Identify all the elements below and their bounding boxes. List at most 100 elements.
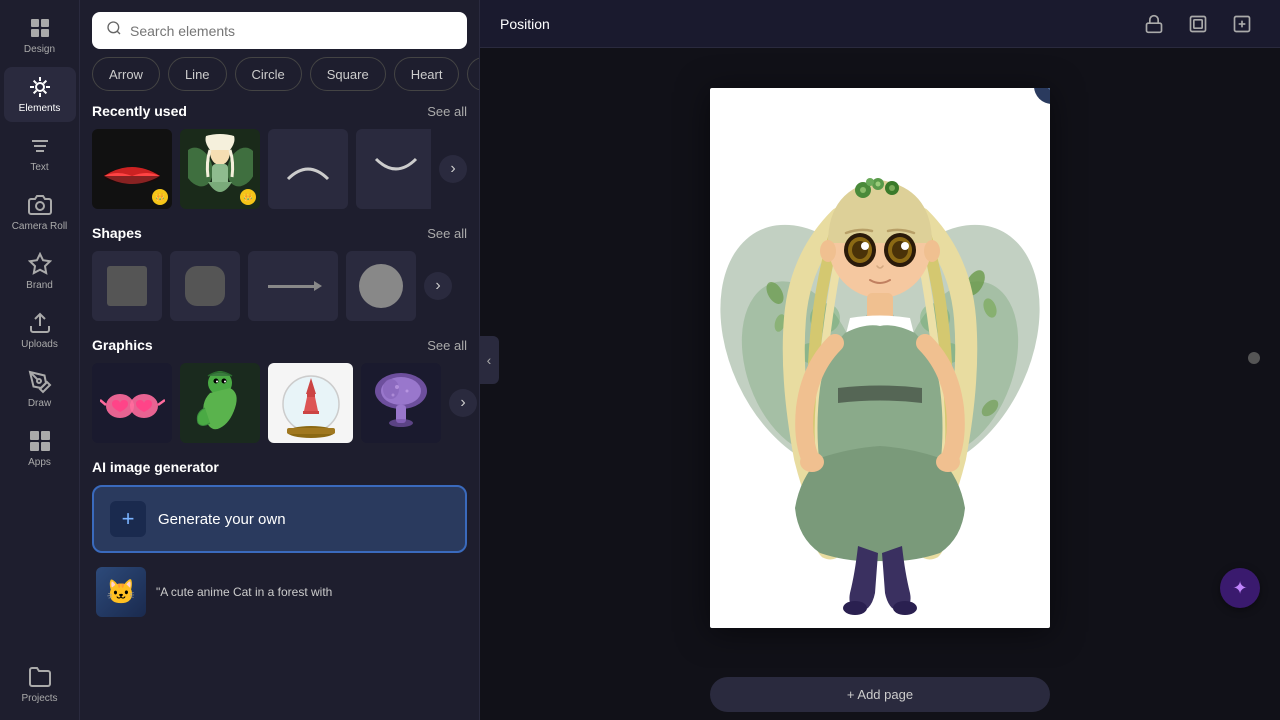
sidebar-item-text[interactable]: Text xyxy=(4,126,76,181)
left-sidebar: Design Elements Text Camera Roll Brand xyxy=(0,0,80,720)
shape-rounded-rect[interactable] xyxy=(170,251,240,321)
chip-line[interactable]: Line xyxy=(168,57,227,91)
recently-used-items: 👑 xyxy=(92,129,467,209)
ai-generate-label: Generate your own xyxy=(158,511,286,528)
recently-used-next-arrow[interactable]: › xyxy=(439,155,467,183)
recent-item-arc[interactable] xyxy=(268,129,348,209)
green-char-svg xyxy=(190,368,250,438)
shapes-header: Shapes See all xyxy=(92,225,467,241)
sidebar-item-camera-roll[interactable]: Camera Roll xyxy=(4,185,76,240)
graphics-row: › xyxy=(92,363,467,443)
chip-heart[interactable]: Heart xyxy=(394,57,460,91)
chip-circle[interactable]: Circle xyxy=(235,57,302,91)
circle-shape xyxy=(359,264,403,308)
canvas-page[interactable]: ↻ xyxy=(710,88,1050,628)
arc-svg xyxy=(283,154,333,184)
sidebar-item-brand-label: Brand xyxy=(26,280,53,291)
sidebar-item-apps-label: Apps xyxy=(28,457,51,468)
ai-prompt-item[interactable]: 🐱 "A cute anime Cat in a forest with xyxy=(92,563,467,621)
sidebar-item-uploads-label: Uploads xyxy=(21,339,58,350)
graphics-see-all[interactable]: See all xyxy=(427,338,467,353)
shape-arrow-line[interactable] xyxy=(248,251,338,321)
graphic-mushroom[interactable] xyxy=(361,363,441,443)
search-input-wrap[interactable] xyxy=(92,12,467,49)
ai-prompt-text: "A cute anime Cat in a forest with xyxy=(156,584,332,601)
crown-badge-2: 👑 xyxy=(240,189,256,205)
add-to-canvas-button[interactable] xyxy=(1224,6,1260,42)
design-icon xyxy=(28,16,52,40)
recent-item-fairy[interactable]: 👑 xyxy=(180,129,260,209)
chip-arrow[interactable]: Arrow xyxy=(92,57,160,91)
sidebar-item-design[interactable]: Design xyxy=(4,8,76,63)
chip-square[interactable]: Square xyxy=(310,57,386,91)
shapes-row: › xyxy=(92,251,467,321)
graphic-green-character[interactable] xyxy=(180,363,260,443)
recently-used-title: Recently used xyxy=(92,103,187,119)
top-bar: Position xyxy=(480,0,1280,48)
shape-square[interactable] xyxy=(92,251,162,321)
top-bar-actions xyxy=(1136,6,1260,42)
recently-used-container: 👑 xyxy=(92,129,431,209)
camera-icon xyxy=(28,193,52,217)
recently-used-see-all[interactable]: See all xyxy=(427,104,467,119)
graphics-next-arrow[interactable]: › xyxy=(449,389,477,417)
sidebar-item-elements-label: Elements xyxy=(19,103,61,114)
lips-svg xyxy=(102,154,162,184)
elements-panel: Arrow Line Circle Square Heart › Recentl… xyxy=(80,0,480,720)
chip-more[interactable]: › xyxy=(467,57,479,91)
line-inner xyxy=(268,285,318,288)
draw-icon xyxy=(28,370,52,394)
shapes-section: Shapes See all › xyxy=(80,225,479,337)
sidebar-item-camera-label: Camera Roll xyxy=(12,221,68,232)
sidebar-item-draw-label: Draw xyxy=(28,398,51,409)
search-bar xyxy=(80,0,479,57)
lock-icon xyxy=(1144,14,1164,34)
crown-badge: 👑 xyxy=(152,189,168,205)
sidebar-item-draw[interactable]: Draw xyxy=(4,362,76,417)
frame-button[interactable] xyxy=(1180,6,1216,42)
graphics-title: Graphics xyxy=(92,337,153,353)
sunglasses-svg xyxy=(100,378,165,428)
shape-circle[interactable] xyxy=(346,251,416,321)
panel-collapse-button[interactable]: ‹ xyxy=(479,336,499,384)
add-page-button[interactable]: + Add page xyxy=(710,677,1050,712)
graphics-header: Graphics See all xyxy=(92,337,467,353)
recently-used-section: Recently used See all 👑 xyxy=(80,103,479,225)
graphic-sunglasses[interactable] xyxy=(92,363,172,443)
scroll-indicator xyxy=(1248,352,1260,364)
ai-section-title: AI image generator xyxy=(92,459,467,475)
sidebar-item-brand[interactable]: Brand xyxy=(4,244,76,299)
text-icon xyxy=(28,134,52,158)
brand-icon xyxy=(28,252,52,276)
add-to-canvas-icon xyxy=(1232,14,1252,34)
ai-plus-icon: + xyxy=(110,501,146,537)
search-input[interactable] xyxy=(130,23,453,39)
shapes-title: Shapes xyxy=(92,225,142,241)
uploads-icon xyxy=(28,311,52,335)
square-shape xyxy=(107,266,147,306)
graphic-paris-globe[interactable] xyxy=(268,363,353,443)
recent-item-lips[interactable]: 👑 xyxy=(92,129,172,209)
search-icon xyxy=(106,20,122,41)
canvas-area: Position xyxy=(480,0,1280,720)
shapes-see-all[interactable]: See all xyxy=(427,226,467,241)
recent-item-arc2[interactable] xyxy=(356,129,431,209)
fairy-main-svg xyxy=(720,98,1040,618)
ai-section: AI image generator + Generate your own 🐱… xyxy=(80,459,479,637)
recently-used-header: Recently used See all xyxy=(92,103,467,119)
sidebar-item-apps[interactable]: Apps xyxy=(4,421,76,476)
sidebar-item-uploads[interactable]: Uploads xyxy=(4,303,76,358)
ai-fab-button[interactable]: ✦ xyxy=(1220,568,1260,608)
filter-chips: Arrow Line Circle Square Heart › xyxy=(80,57,479,103)
canvas-content: ↻ ✦ xyxy=(480,48,1280,668)
bottom-bar: + Add page xyxy=(480,668,1280,720)
sidebar-item-elements[interactable]: Elements xyxy=(4,67,76,122)
arrow-line-shape xyxy=(248,285,338,288)
arc2-svg xyxy=(371,154,421,184)
shapes-next-arrow[interactable]: › xyxy=(424,272,452,300)
lock-button[interactable] xyxy=(1136,6,1172,42)
elements-icon xyxy=(28,75,52,99)
ai-generate-button[interactable]: + Generate your own xyxy=(92,485,467,553)
sidebar-item-projects[interactable]: Projects xyxy=(4,657,76,712)
sidebar-item-design-label: Design xyxy=(24,44,55,55)
